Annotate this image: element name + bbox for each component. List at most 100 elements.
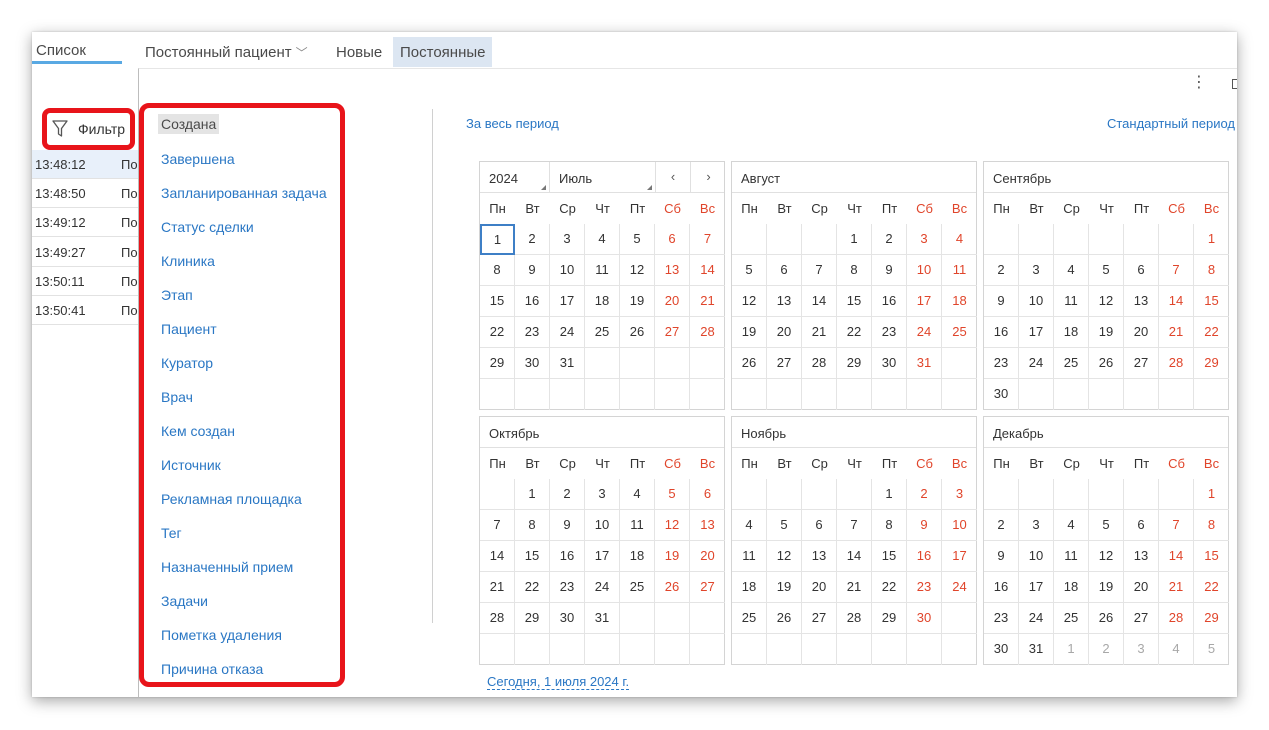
filter-field[interactable]: Тег <box>161 525 182 541</box>
table-row[interactable]: 13:49:12 По <box>32 208 139 238</box>
day-cell[interactable]: 4 <box>1159 634 1194 665</box>
day-cell[interactable]: 15 <box>1194 541 1229 572</box>
day-cell[interactable]: 23 <box>984 603 1019 634</box>
day-cell[interactable]: 6 <box>655 224 690 255</box>
table-row[interactable]: 13:48:50 По <box>32 179 139 209</box>
day-cell[interactable]: 23 <box>984 348 1019 379</box>
day-cell[interactable]: 8 <box>480 255 515 286</box>
day-cell[interactable]: 18 <box>732 572 767 603</box>
day-cell[interactable]: 22 <box>480 317 515 348</box>
day-cell[interactable]: 1 <box>1194 479 1229 510</box>
day-cell[interactable]: 12 <box>767 541 802 572</box>
day-cell[interactable]: 30 <box>984 634 1019 665</box>
day-cell[interactable]: 1 <box>480 224 515 255</box>
tab-constant[interactable]: Постоянные <box>393 37 493 67</box>
day-cell[interactable]: 5 <box>1089 510 1124 541</box>
day-cell[interactable]: 28 <box>1159 603 1194 634</box>
day-cell[interactable]: 14 <box>802 286 837 317</box>
day-cell[interactable]: 3 <box>550 224 585 255</box>
day-cell[interactable]: 12 <box>732 286 767 317</box>
day-cell[interactable]: 1 <box>1054 634 1089 665</box>
day-cell[interactable]: 26 <box>655 572 690 603</box>
day-cell[interactable]: 14 <box>1159 541 1194 572</box>
day-cell[interactable]: 10 <box>1019 286 1054 317</box>
day-cell[interactable]: 19 <box>655 541 690 572</box>
day-cell[interactable]: 22 <box>837 317 872 348</box>
day-cell[interactable]: 27 <box>655 317 690 348</box>
more-vertical-icon[interactable]: ⋮ <box>1191 75 1207 91</box>
table-row[interactable]: 13:50:41 По <box>32 296 139 325</box>
day-cell[interactable]: 15 <box>837 286 872 317</box>
day-cell[interactable]: 24 <box>942 572 977 603</box>
day-cell[interactable]: 19 <box>732 317 767 348</box>
day-cell[interactable]: 22 <box>1194 317 1229 348</box>
filter-field[interactable]: Назначенный прием <box>161 559 293 575</box>
day-cell[interactable]: 14 <box>837 541 872 572</box>
day-cell[interactable]: 26 <box>1089 603 1124 634</box>
day-cell[interactable]: 22 <box>1194 572 1229 603</box>
day-cell[interactable]: 17 <box>942 541 977 572</box>
day-cell[interactable]: 30 <box>872 348 907 379</box>
day-cell[interactable]: 26 <box>732 348 767 379</box>
day-cell[interactable]: 7 <box>690 224 725 255</box>
day-cell[interactable]: 11 <box>620 510 655 541</box>
filter-field[interactable]: Врач <box>161 389 193 405</box>
day-cell[interactable]: 6 <box>802 510 837 541</box>
day-cell[interactable]: 23 <box>550 572 585 603</box>
day-cell[interactable]: 9 <box>984 286 1019 317</box>
day-cell[interactable]: 4 <box>1054 255 1089 286</box>
day-cell[interactable]: 8 <box>1194 255 1229 286</box>
day-cell[interactable]: 1 <box>1194 224 1229 255</box>
day-cell[interactable]: 13 <box>767 286 802 317</box>
day-cell[interactable]: 16 <box>872 286 907 317</box>
day-cell[interactable]: 25 <box>620 572 655 603</box>
day-cell[interactable]: 2 <box>984 255 1019 286</box>
day-cell[interactable]: 20 <box>1124 572 1159 603</box>
day-cell[interactable]: 9 <box>872 255 907 286</box>
day-cell[interactable]: 18 <box>620 541 655 572</box>
day-cell[interactable]: 6 <box>1124 255 1159 286</box>
day-cell[interactable]: 6 <box>767 255 802 286</box>
day-cell[interactable]: 11 <box>1054 286 1089 317</box>
day-cell[interactable]: 27 <box>767 348 802 379</box>
day-cell[interactable]: 7 <box>480 510 515 541</box>
day-cell[interactable]: 1 <box>837 224 872 255</box>
day-cell[interactable]: 27 <box>690 572 725 603</box>
day-cell[interactable]: 25 <box>585 317 620 348</box>
day-cell[interactable]: 29 <box>837 348 872 379</box>
day-cell[interactable]: 23 <box>515 317 550 348</box>
day-cell[interactable]: 9 <box>550 510 585 541</box>
day-cell[interactable]: 18 <box>942 286 977 317</box>
day-cell[interactable]: 3 <box>585 479 620 510</box>
filter-field[interactable]: Этап <box>161 287 193 303</box>
today-link[interactable]: Сегодня, 1 июля 2024 г. <box>487 674 630 690</box>
filter-button[interactable]: Фильтр <box>42 108 135 150</box>
day-cell[interactable]: 14 <box>690 255 725 286</box>
day-cell[interactable]: 16 <box>907 541 942 572</box>
day-cell[interactable]: 28 <box>837 603 872 634</box>
day-cell[interactable]: 12 <box>655 510 690 541</box>
day-cell[interactable]: 14 <box>480 541 515 572</box>
filter-field[interactable]: Запланированная задача <box>161 185 327 201</box>
day-cell[interactable]: 25 <box>1054 348 1089 379</box>
day-cell[interactable]: 21 <box>1159 572 1194 603</box>
day-cell[interactable]: 10 <box>942 510 977 541</box>
day-cell[interactable]: 22 <box>515 572 550 603</box>
day-cell[interactable]: 10 <box>907 255 942 286</box>
day-cell[interactable]: 26 <box>1089 348 1124 379</box>
day-cell[interactable]: 22 <box>872 572 907 603</box>
day-cell[interactable]: 16 <box>984 317 1019 348</box>
table-row[interactable]: 13:49:27 По <box>32 238 139 267</box>
day-cell[interactable]: 4 <box>942 224 977 255</box>
day-cell[interactable]: 30 <box>984 379 1019 410</box>
day-cell[interactable]: 28 <box>480 603 515 634</box>
filter-field[interactable]: Кем создан <box>161 423 235 439</box>
day-cell[interactable]: 16 <box>550 541 585 572</box>
day-cell[interactable]: 5 <box>1194 634 1229 665</box>
day-cell[interactable]: 6 <box>1124 510 1159 541</box>
day-cell[interactable]: 12 <box>1089 541 1124 572</box>
day-cell[interactable]: 15 <box>515 541 550 572</box>
day-cell[interactable]: 31 <box>1019 634 1054 665</box>
patient-type-dropdown[interactable]: Постоянный пациент ﹀ <box>145 44 308 61</box>
day-cell[interactable]: 17 <box>907 286 942 317</box>
